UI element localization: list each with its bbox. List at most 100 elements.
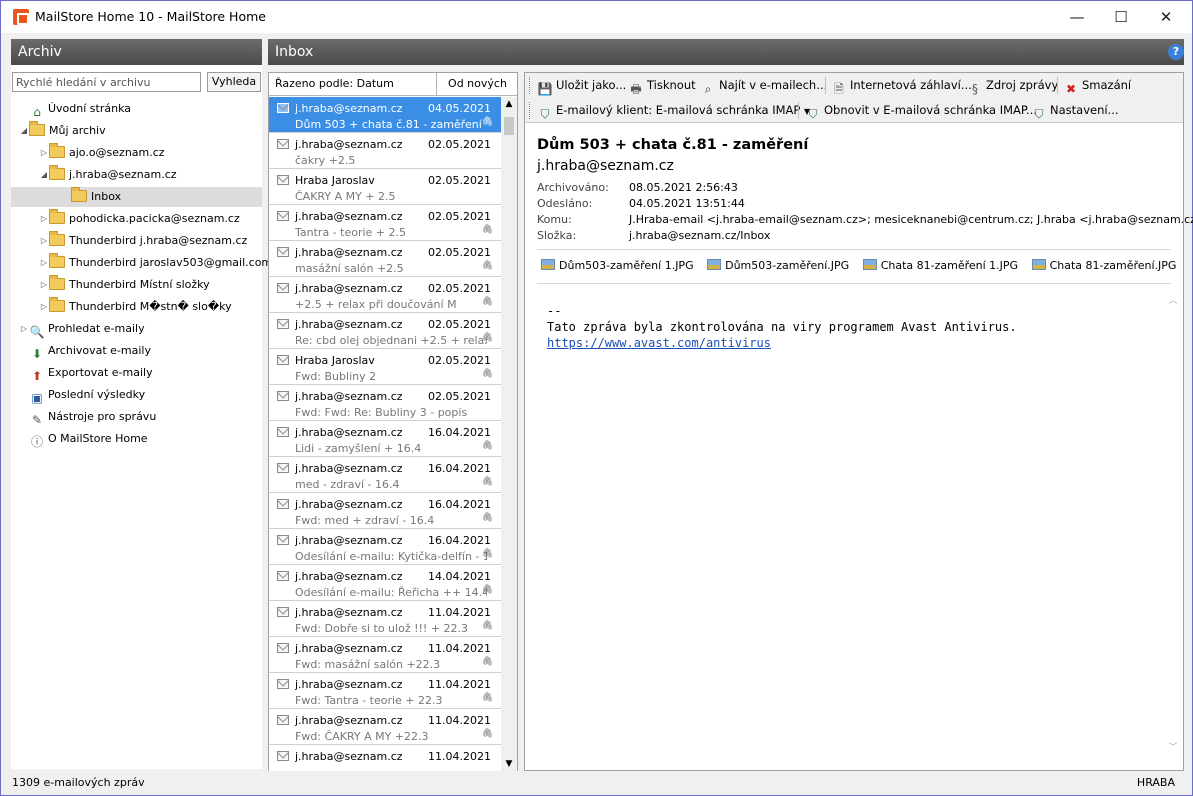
minimize-button[interactable]: —	[1054, 1, 1100, 33]
message-row[interactable]: j.hraba@seznam.cz 02.05.2021 masážní salón…	[269, 241, 501, 277]
avast-link[interactable]: https://www.avast.com/antivirus	[547, 336, 771, 350]
binoculars-icon: ⌕	[704, 82, 712, 96]
refresh-mailbox-button[interactable]: ⛉ Obnovit v E-mailová schránka IMAP...	[805, 100, 1037, 121]
message-row[interactable]: j.hraba@seznam.cz 16.04.2021 Lidi - zamyšl…	[269, 421, 501, 457]
image-file-icon	[541, 259, 555, 270]
close-button[interactable]: ✕	[1143, 1, 1189, 33]
message-row[interactable]: j.hraba@seznam.cz 11.04.2021 Fwd: masážní …	[269, 637, 501, 673]
message-row[interactable]: j.hraba@seznam.cz 16.04.2021 med - zdraví …	[269, 457, 501, 493]
collapsed-arrow-icon[interactable]: ▷	[39, 297, 49, 317]
message-source-button[interactable]: § Zdroj zprávy	[967, 75, 1058, 96]
tree-item-jhraba[interactable]: ◢ j.hraba@seznam.cz	[39, 165, 177, 185]
save-as-button[interactable]: 💾 Uložit jako...	[537, 75, 627, 96]
tree-item-pohodicka[interactable]: ▷ pohodicka.pacicka@seznam.cz	[39, 209, 240, 229]
message-row-sender: j.hraba@seznam.cz	[295, 102, 403, 115]
message-toolbar: 💾 Uložit jako... 🖶 Tisknout ⌕ Najít v e-mai…	[525, 73, 1183, 98]
message-row[interactable]: j.hraba@seznam.cz 11.04.2021 Fwd: Tantra -…	[269, 673, 501, 709]
envelope-icon	[277, 355, 289, 365]
collapsed-arrow-icon[interactable]: ▷	[39, 275, 49, 295]
message-row[interactable]: j.hraba@seznam.cz 02.05.2021 Tantra - teor…	[269, 205, 501, 241]
image-file-icon	[1031, 259, 1046, 270]
help-icon[interactable]: ?	[1168, 44, 1184, 60]
message-row-date: 16.04.2021	[428, 462, 491, 475]
meta-value-sent: 04.05.2021 13:51:44	[629, 197, 745, 210]
paperclip-icon: 🖇	[481, 657, 493, 667]
collapsed-arrow-icon[interactable]: ▷	[39, 253, 49, 273]
scroll-up-icon[interactable]: ▲	[501, 99, 517, 109]
quick-search-input[interactable]	[12, 72, 201, 92]
paperclip-icon: 🖇	[481, 621, 493, 631]
message-row-date: 11.04.2021	[428, 714, 491, 727]
delete-button[interactable]: ✖ Smazání	[1063, 75, 1131, 96]
message-row[interactable]: Hraba Jaroslav 02.05.2021 ČAKRY A MY + 2.5	[269, 169, 501, 205]
settings-button[interactable]: ⛉ Nastavení...	[1031, 100, 1118, 121]
tree-item-thunderbird-local[interactable]: ▷ Thunderbird Místní složky	[39, 275, 210, 295]
scroll-up-icon[interactable]: ︿	[1165, 293, 1181, 306]
message-row[interactable]: j.hraba@seznam.cz 16.04.2021 Fwd: med + zd…	[269, 493, 501, 529]
message-row[interactable]: j.hraba@seznam.cz 02.05.2021 +2.5 + relax …	[269, 277, 501, 313]
internet-headers-button[interactable]: 🗎 Internetová záhlaví...	[831, 75, 972, 96]
find-in-emails-button[interactable]: ⌕ Najít v e-mailech...	[700, 75, 828, 96]
attachment-item[interactable]: Dům503-zaměření 1.JPG	[541, 257, 694, 275]
tree-item-thunderbird-jaroslav[interactable]: ▷ Thunderbird jaroslav503@gmail.com	[39, 253, 272, 273]
tree-item-admin-tools[interactable]: ✎ Nástroje pro správu	[29, 407, 156, 427]
message-body-scrollbar[interactable]: ︿ ﹀	[1165, 293, 1181, 753]
expanded-arrow-icon[interactable]: ◢	[39, 165, 49, 185]
message-row-subject: Fwd: med + zdraví - 16.4	[295, 514, 435, 527]
message-row[interactable]: j.hraba@seznam.cz 16.04.2021 Odesílání e-m…	[269, 529, 501, 565]
expanded-arrow-icon[interactable]: ◢	[19, 121, 29, 141]
tree-item-ajo[interactable]: ▷ ajo.o@seznam.cz	[39, 143, 165, 163]
scroll-down-icon[interactable]: ﹀	[1165, 740, 1181, 753]
message-row[interactable]: j.hraba@seznam.cz 11.04.2021	[269, 745, 501, 771]
scroll-down-icon[interactable]: ▼	[501, 759, 517, 769]
toolbar-separator	[825, 77, 826, 94]
message-row[interactable]: j.hraba@seznam.cz 02.05.2021 Re: cbd olej …	[269, 313, 501, 349]
print-button[interactable]: 🖶 Tisknout	[628, 75, 695, 96]
collapsed-arrow-icon[interactable]: ▷	[39, 143, 49, 163]
tree-item-thunderbird-local-garbled[interactable]: ▷ Thunderbird M�stn� slo�ky	[39, 297, 232, 317]
maximize-button[interactable]: ☐	[1098, 1, 1144, 33]
attachment-item[interactable]: Chata 81-zaměření 1.JPG	[862, 257, 1018, 275]
search-button[interactable]: Vyhleda	[207, 72, 261, 92]
collapsed-arrow-icon[interactable]: ▷	[39, 209, 49, 229]
message-row[interactable]: j.hraba@seznam.cz 11.04.2021 Fwd: Dobře si…	[269, 601, 501, 637]
folder-icon	[49, 165, 65, 180]
message-row-subject: Fwd: Bubliny 2	[295, 370, 377, 383]
attachment-item[interactable]: Dům503-zaměření.JPG	[707, 257, 849, 275]
tree-item-about[interactable]: ⓘ O MailStore Home	[29, 429, 148, 449]
paperclip-icon: 🖇	[481, 117, 493, 127]
email-client-dropdown[interactable]: ⛉ E-mailový klient: E-mailová schránka IM…	[537, 100, 810, 121]
message-list: j.hraba@seznam.cz 04.05.2021 Dům 503 + cha…	[269, 97, 501, 771]
message-row[interactable]: Hraba Jaroslav 02.05.2021 Fwd: Bubliny 2 🖇	[269, 349, 501, 385]
collapsed-arrow-icon[interactable]: ▷	[19, 319, 29, 339]
envelope-icon	[277, 643, 289, 653]
tree-item-my-archive[interactable]: ◢ Můj archiv	[19, 121, 106, 141]
sort-order-button[interactable]: Od nových	[438, 73, 517, 95]
message-list-scrollbar[interactable]: ▲ ▼	[501, 97, 517, 771]
message-row[interactable]: j.hraba@seznam.cz 04.05.2021 Dům 503 + cha…	[269, 97, 501, 133]
collapsed-arrow-icon[interactable]: ▷	[39, 231, 49, 251]
message-view-pane: 💾 Uložit jako... 🖶 Tisknout ⌕ Najít v e-mai…	[524, 72, 1193, 771]
scroll-thumb[interactable]	[504, 117, 514, 135]
sort-by-button[interactable]: Řazeno podle: Datum	[269, 73, 437, 95]
meta-value-archived: 08.05.2021 2:56:43	[629, 181, 738, 194]
message-row[interactable]: j.hraba@seznam.cz 14.04.2021 Odesílání e-m…	[269, 565, 501, 601]
tree-item-inbox[interactable]: Inbox	[11, 187, 262, 207]
tree-item-export-emails[interactable]: ⬆ Exportovat e-maily	[29, 363, 153, 383]
message-row[interactable]: j.hraba@seznam.cz 02.05.2021 Fwd: Fwd: Re:…	[269, 385, 501, 421]
tree-item-archive-emails[interactable]: ⬇ Archivovat e-maily	[29, 341, 151, 361]
app-window: MailStore Home 10 - MailStore Home — ☐ ✕…	[0, 0, 1193, 796]
tree-item-recent-results[interactable]: ▣ Poslední výsledky	[29, 385, 145, 405]
tree-item-label: Thunderbird Místní složky	[69, 278, 210, 291]
message-row-subject: Fwd: Dobře si to ulož !!! + 22.3	[295, 622, 469, 635]
attachment-item[interactable]: Chata 81-zaměření.JPG	[1031, 257, 1176, 275]
tree-item-search-emails[interactable]: ▷ 🔍 Prohledat e-maily	[19, 319, 145, 339]
tree-item-thunderbird-jhraba[interactable]: ▷ Thunderbird j.hraba@seznam.cz	[39, 231, 247, 251]
tree-item-home[interactable]: ⌂ Úvodní stránka	[19, 99, 131, 119]
message-row-date: 04.05.2021	[428, 102, 491, 115]
message-row-date: 11.04.2021	[428, 750, 491, 763]
message-row[interactable]: j.hraba@seznam.cz 11.04.2021 Fwd: ČAKRY A …	[269, 709, 501, 745]
mailbox-shield-icon: ⛉	[540, 107, 550, 121]
tree-item-label: Nástroje pro správu	[48, 410, 157, 423]
message-row[interactable]: j.hraba@seznam.cz 02.05.2021 čakry +2.5	[269, 133, 501, 169]
